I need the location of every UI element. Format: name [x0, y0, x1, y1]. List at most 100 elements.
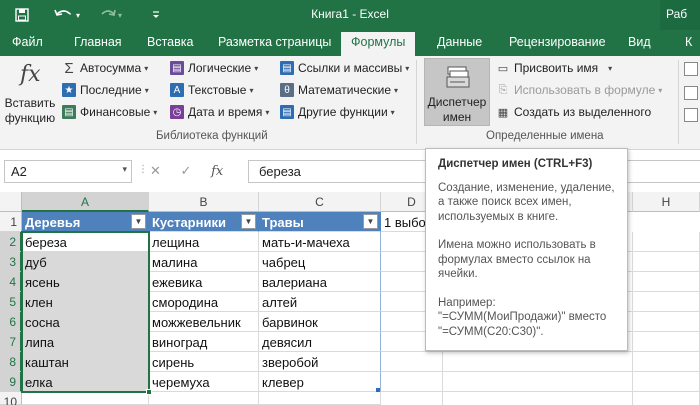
- empty-cell[interactable]: [259, 392, 381, 405]
- table-cell[interactable]: черемуха: [149, 372, 259, 392]
- table-header-cell[interactable]: Кустарники ▼: [149, 212, 259, 232]
- table-cell[interactable]: малина: [149, 252, 259, 272]
- column-header-b[interactable]: B: [149, 192, 259, 212]
- financial-button[interactable]: ▤ Финансовые ▾: [62, 105, 157, 119]
- row-header[interactable]: 4: [0, 272, 22, 292]
- header-shrubs: Кустарники: [152, 215, 226, 230]
- empty-cell[interactable]: [381, 392, 443, 405]
- empty-cell[interactable]: [381, 352, 443, 372]
- table-cell[interactable]: клевер: [259, 372, 381, 392]
- empty-cell[interactable]: [633, 332, 700, 352]
- tab-data[interactable]: Данные: [437, 35, 482, 49]
- cancel-icon[interactable]: ✕: [150, 163, 161, 178]
- tab-file[interactable]: Файл: [12, 35, 43, 49]
- table-cell[interactable]: дуб: [22, 252, 149, 272]
- table-cell[interactable]: можжевельник: [149, 312, 259, 332]
- row-header[interactable]: 2: [0, 232, 22, 252]
- enter-icon[interactable]: ✓: [181, 163, 192, 178]
- insert-function-button[interactable]: Вставить функцию: [2, 96, 58, 126]
- row-header[interactable]: 5: [0, 292, 22, 312]
- lookup-label: Ссылки и массивы: [298, 61, 403, 75]
- column-header-a[interactable]: A: [22, 192, 149, 212]
- logical-button[interactable]: ▤ Логические ▾: [170, 61, 258, 75]
- row-header[interactable]: 1: [0, 212, 22, 232]
- empty-cell[interactable]: [633, 312, 700, 332]
- remove-arrows-icon[interactable]: [684, 108, 698, 122]
- table-cell[interactable]: мать-и-мачеха: [259, 232, 381, 252]
- name-box[interactable]: A2 ▾: [4, 160, 132, 183]
- tab-home[interactable]: Главная: [74, 35, 122, 49]
- filter-dropdown-icon[interactable]: ▼: [363, 214, 378, 229]
- table-cell[interactable]: чабрец: [259, 252, 381, 272]
- table-cell[interactable]: виноград: [149, 332, 259, 352]
- table-cell[interactable]: лещина: [149, 232, 259, 252]
- row-header[interactable]: 6: [0, 312, 22, 332]
- empty-cell[interactable]: [443, 372, 633, 392]
- column-header-h[interactable]: H: [633, 192, 700, 212]
- row-header[interactable]: 3: [0, 252, 22, 272]
- table-header-cell[interactable]: Деревья ▼: [22, 212, 149, 232]
- math-button[interactable]: θ Математические ▾: [280, 83, 398, 97]
- table-cell[interactable]: смородина: [149, 292, 259, 312]
- empty-cell[interactable]: [633, 392, 700, 405]
- autosum-button[interactable]: Σ Автосумма ▾: [62, 60, 148, 77]
- recent-button[interactable]: ★ Последние ▾: [62, 83, 149, 97]
- table-cell[interactable]: ясень: [22, 272, 149, 292]
- tab-review[interactable]: Рецензирование: [509, 35, 606, 49]
- table-cell[interactable]: девясил: [259, 332, 381, 352]
- use-in-formula-button[interactable]: ⎘ Использовать в формуле ▾: [496, 83, 663, 97]
- empty-cell[interactable]: [633, 232, 700, 252]
- create-from-selection-button[interactable]: ▦ Создать из выделенного: [496, 105, 651, 119]
- table-cell[interactable]: ежевика: [149, 272, 259, 292]
- account-area[interactable]: Раб: [660, 0, 700, 30]
- table-cell[interactable]: каштан: [22, 352, 149, 372]
- table-cell[interactable]: зверобой: [259, 352, 381, 372]
- row-header[interactable]: 9: [0, 372, 22, 392]
- table-cell[interactable]: береза: [22, 232, 149, 252]
- column-header-c[interactable]: C: [259, 192, 381, 212]
- chevron-down-icon[interactable]: ▾: [122, 164, 127, 175]
- table-cell[interactable]: елка: [22, 372, 149, 392]
- lookup-button[interactable]: ▤ Ссылки и массивы ▾: [280, 61, 409, 75]
- name-manager-button[interactable]: Диспетчер имен: [424, 58, 490, 126]
- empty-cell[interactable]: [443, 352, 633, 372]
- table-cell[interactable]: валериана: [259, 272, 381, 292]
- table-cell[interactable]: сирень: [149, 352, 259, 372]
- datetime-button[interactable]: ◷ Дата и время ▾: [170, 105, 269, 119]
- row-header[interactable]: 10: [0, 392, 22, 405]
- table-cell[interactable]: барвинок: [259, 312, 381, 332]
- table-cell[interactable]: клен: [22, 292, 149, 312]
- empty-cell[interactable]: [633, 352, 700, 372]
- fill-handle[interactable]: [146, 389, 152, 395]
- insert-function-icon[interactable]: fx: [20, 62, 41, 87]
- define-name-button[interactable]: ▭ Присвоить имя ▾: [496, 61, 612, 75]
- select-all-corner[interactable]: [0, 192, 22, 212]
- table-resize-handle[interactable]: [376, 388, 380, 392]
- table-cell[interactable]: алтей: [259, 292, 381, 312]
- tab-page-layout[interactable]: Разметка страницы: [218, 35, 331, 49]
- table-cell[interactable]: липа: [22, 332, 149, 352]
- tab-view[interactable]: Вид: [628, 35, 651, 49]
- tab-insert[interactable]: Вставка: [147, 35, 193, 49]
- empty-cell[interactable]: [443, 392, 633, 405]
- tab-formulas[interactable]: Формулы: [341, 32, 416, 56]
- table-header-cell[interactable]: Травы ▼: [259, 212, 381, 232]
- filter-dropdown-icon[interactable]: ▼: [241, 214, 256, 229]
- tab-more[interactable]: К: [685, 35, 692, 49]
- row-header[interactable]: 7: [0, 332, 22, 352]
- text-button[interactable]: A Текстовые ▾: [170, 83, 253, 97]
- insert-function-icon[interactable]: fx: [211, 164, 223, 179]
- trace-icon[interactable]: [684, 86, 698, 100]
- empty-cell[interactable]: [149, 392, 259, 405]
- filter-dropdown-icon[interactable]: ▼: [131, 214, 146, 229]
- empty-cell[interactable]: [633, 252, 700, 272]
- empty-cell[interactable]: [633, 372, 700, 392]
- empty-cell[interactable]: [633, 292, 700, 312]
- empty-cell[interactable]: [381, 372, 443, 392]
- empty-cell[interactable]: [633, 272, 700, 292]
- other-functions-button[interactable]: ▤ Другие функции ▾: [280, 105, 395, 119]
- row-header[interactable]: 8: [0, 352, 22, 372]
- trace-icon[interactable]: [684, 62, 698, 76]
- table-cell[interactable]: сосна: [22, 312, 149, 332]
- empty-cell[interactable]: [22, 392, 149, 405]
